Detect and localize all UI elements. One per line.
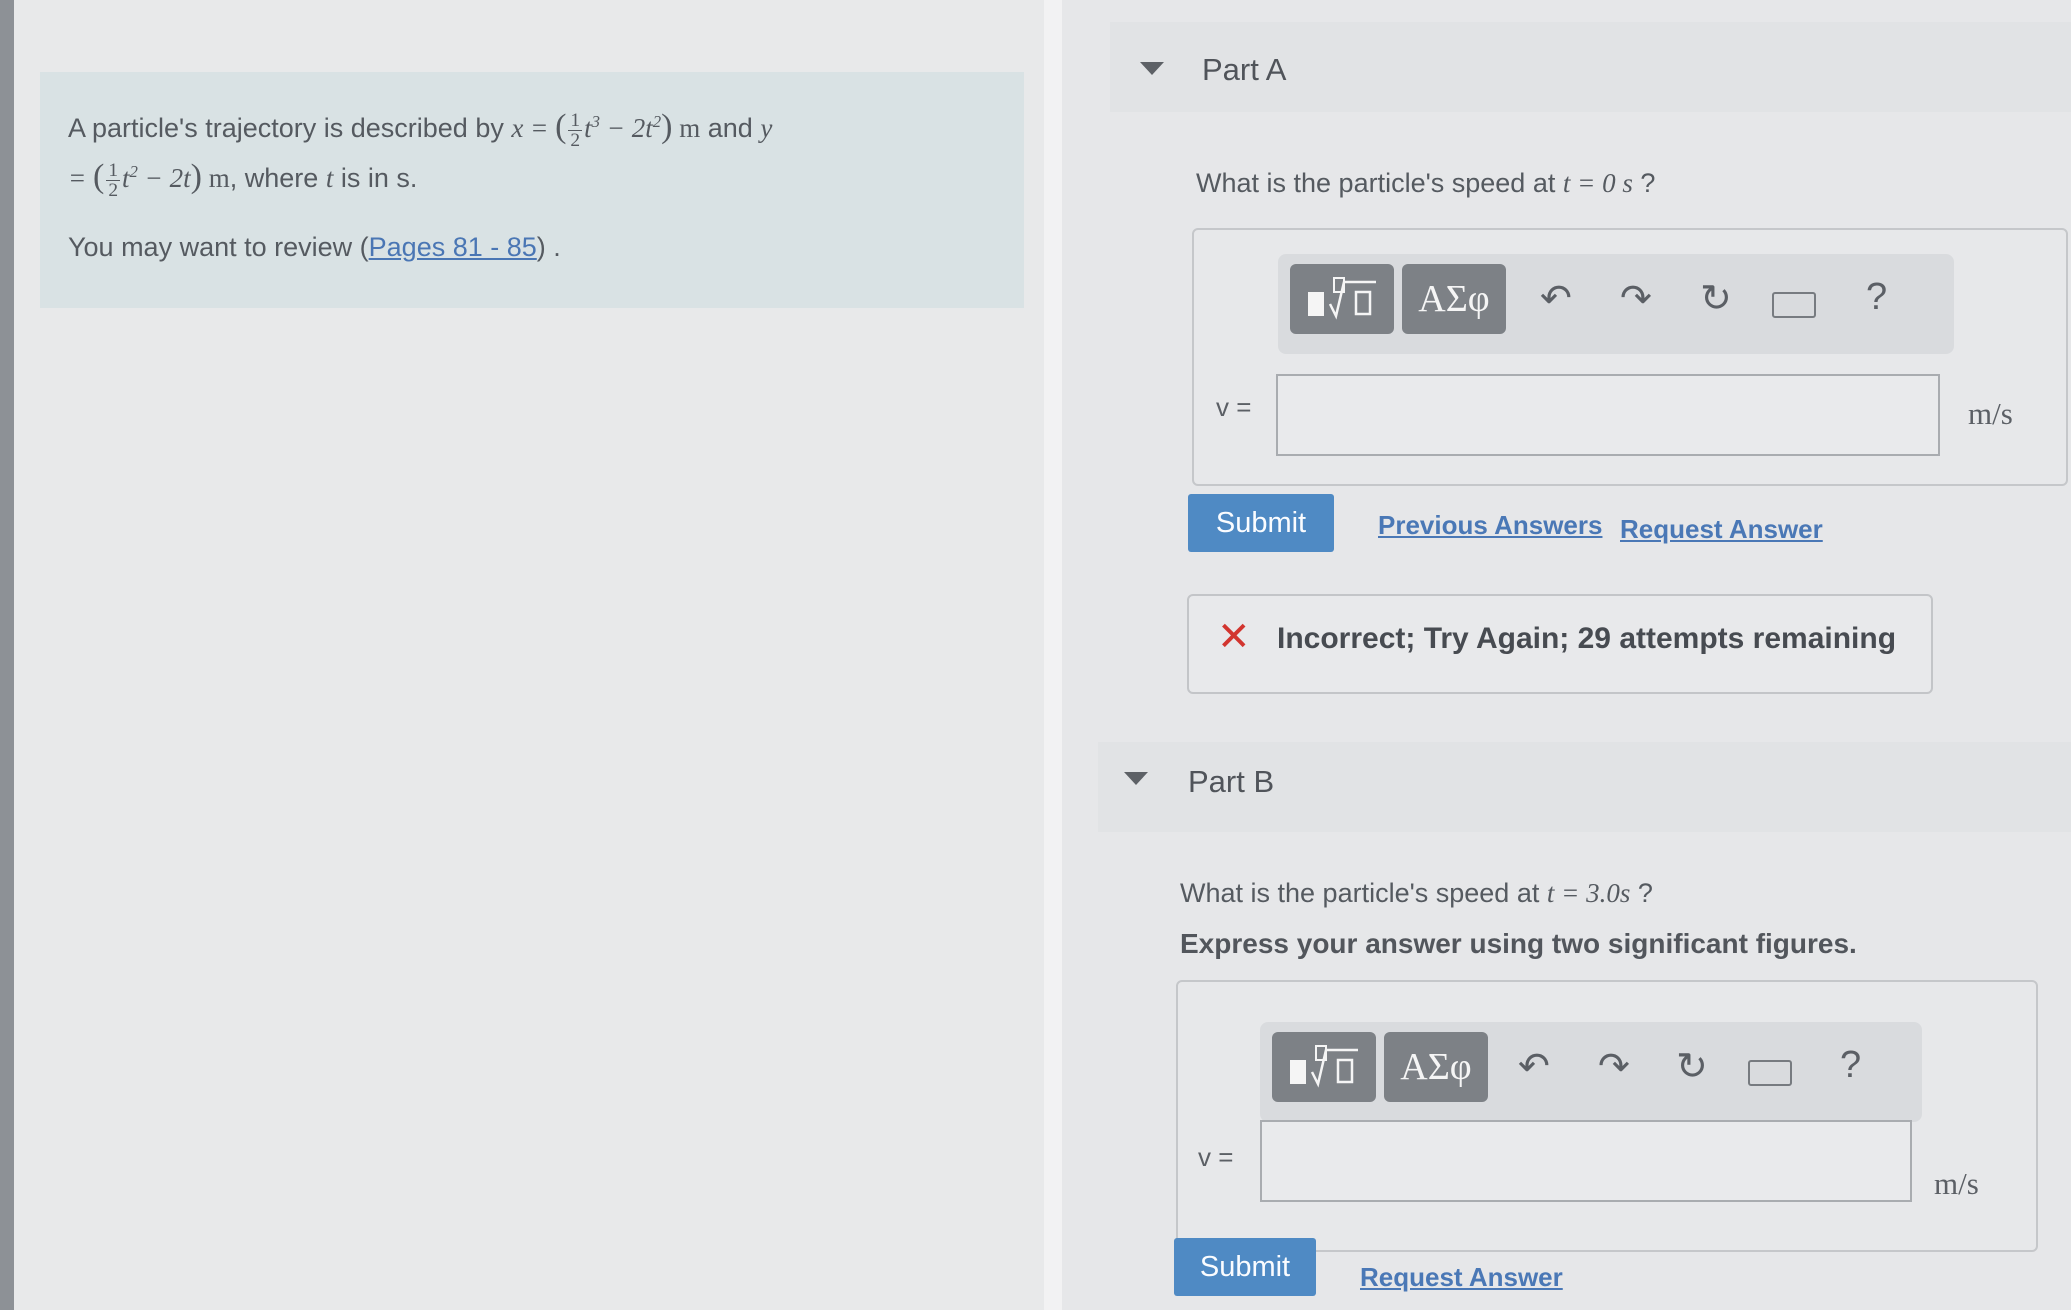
part-b-answer-box: ΑΣφ ↶ ↷ ↻ ? v = m/s <box>1176 980 2038 1252</box>
greek-symbols-button[interactable]: ΑΣφ <box>1384 1032 1488 1102</box>
undo-icon[interactable]: ↶ <box>1518 1044 1550 1089</box>
keyboard-icon[interactable] <box>1772 292 1816 318</box>
problem-line-1: A particle's trajectory is described by … <box>68 108 772 151</box>
math-toolbar: ΑΣφ ↶ ↷ ↻ ? <box>1278 254 1954 354</box>
variable-t: t <box>325 163 334 193</box>
question-time-value: t = 3.0s <box>1546 878 1631 908</box>
part-a-question: What is the particle's speed at t = 0 s … <box>1196 168 1655 199</box>
problem-statement: A particle's trajectory is described by … <box>40 72 1024 308</box>
previous-answers-link[interactable]: Previous Answers <box>1378 510 1602 541</box>
problem-line-2: = (1 2 t2 − 2t) m, where t is in s. <box>68 158 417 201</box>
part-a-request-answer-link[interactable]: Request Answer <box>1620 514 1823 545</box>
reset-icon[interactable]: ↻ <box>1676 1044 1708 1089</box>
part-a-answer-input[interactable] <box>1276 374 1940 456</box>
templates-icon <box>1290 1045 1358 1088</box>
templates-icon <box>1308 277 1376 320</box>
part-b-request-answer-link[interactable]: Request Answer <box>1360 1262 1563 1293</box>
question-text: What is the particle's speed at <box>1180 878 1540 908</box>
part-b-title: Part B <box>1188 764 1275 799</box>
part-b-instruction: Express your answer using two significan… <box>1180 928 1857 959</box>
equation-y: = (1 2 t2 − 2t) m <box>68 158 230 202</box>
undo-icon[interactable]: ↶ <box>1540 276 1572 321</box>
part-a-submit-button[interactable]: Submit <box>1188 494 1334 552</box>
feedback-text: Incorrect; Try Again; 29 attempts remain… <box>1277 622 1897 655</box>
greek-symbols-button[interactable]: ΑΣφ <box>1402 264 1506 334</box>
review-pages-link[interactable]: Pages 81 - 85 <box>369 232 537 262</box>
window-edge <box>0 0 14 1310</box>
equation-x: x = (1 2 t3 − 2t2) m <box>511 108 701 152</box>
part-b-header[interactable]: Part B <box>1098 742 2071 832</box>
reset-icon[interactable]: ↻ <box>1700 276 1732 321</box>
question-mark: ? <box>1640 168 1656 198</box>
keyboard-icon[interactable] <box>1748 1060 1792 1086</box>
question-time-value: t = 0 s <box>1562 168 1633 198</box>
question-mark: ? <box>1637 878 1653 908</box>
where-text: , where <box>229 163 319 193</box>
math-toolbar: ΑΣφ ↶ ↷ ↻ ? <box>1260 1022 1922 1122</box>
question-text: What is the particle's speed at <box>1196 168 1556 198</box>
redo-icon[interactable]: ↷ <box>1598 1044 1630 1089</box>
templates-button[interactable] <box>1290 264 1394 334</box>
velocity-label: v = <box>1198 1142 1234 1172</box>
review-text: You may want to review <box>68 232 353 262</box>
redo-icon[interactable]: ↷ <box>1620 276 1652 321</box>
variable-y: y <box>760 113 773 143</box>
help-icon[interactable]: ? <box>1866 276 1887 319</box>
problem-intro-text: A particle's trajectory is described by <box>68 113 504 143</box>
unit-label: m/s <box>1968 396 2013 431</box>
part-a-title: Part A <box>1202 52 1287 87</box>
help-icon[interactable]: ? <box>1840 1044 1861 1087</box>
unit-label: m/s <box>1934 1166 1979 1201</box>
collapse-caret-icon[interactable] <box>1124 772 1148 785</box>
and-text: and <box>707 113 753 143</box>
feedback-banner: ✕ Incorrect; Try Again; 29 attempts rema… <box>1187 594 1933 694</box>
part-b-submit-button[interactable]: Submit <box>1174 1238 1316 1296</box>
part-a-header[interactable]: Part A <box>1110 22 2071 112</box>
templates-button[interactable] <box>1272 1032 1376 1102</box>
panel-divider <box>1044 0 1062 1310</box>
incorrect-icon: ✕ <box>1217 615 1251 659</box>
velocity-label: v = <box>1216 392 1252 422</box>
collapse-caret-icon[interactable] <box>1140 62 1164 75</box>
part-b-question: What is the particle's speed at t = 3.0s… <box>1180 878 1653 909</box>
part-a-answer-box: ΑΣφ ↶ ↷ ↻ ? v = m/s <box>1192 228 2068 486</box>
part-b-answer-input[interactable] <box>1260 1120 1912 1202</box>
review-line: You may want to review (Pages 81 - 85) . <box>68 232 561 262</box>
is-in-text: is in s. <box>340 163 418 193</box>
